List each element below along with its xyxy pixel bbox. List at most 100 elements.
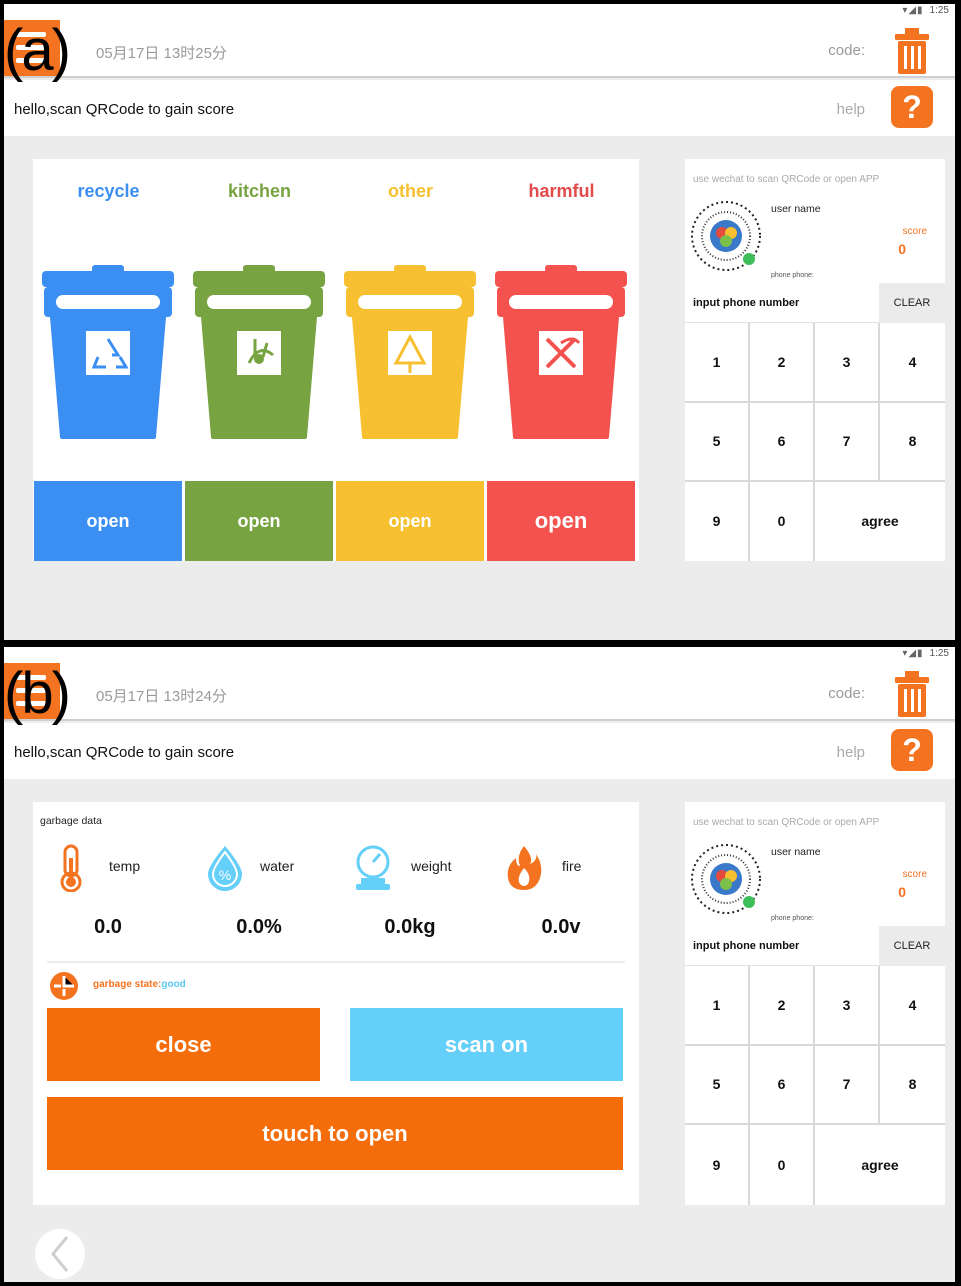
help-button[interactable]: ? (891, 86, 933, 128)
login-card: use wechat to scan QRCode or open APP us… (685, 802, 945, 1205)
top-bar: 05月17日 13时25分 code: (4, 20, 955, 78)
bin-kitchen: kitchen open (184, 159, 335, 561)
open-kitchen-button[interactable]: open (185, 481, 333, 561)
key-2[interactable]: 2 (750, 966, 815, 1046)
help-button[interactable]: ? (891, 729, 933, 771)
score-value: 0 (898, 884, 906, 900)
keypad: 1 2 3 4 5 6 7 8 9 0 agree (685, 323, 945, 561)
signal-battery-icons: ▾◢▮ (902, 648, 924, 659)
thermometer-icon (60, 844, 82, 892)
other-bin-icon (344, 265, 476, 439)
key-6[interactable]: 6 (750, 1046, 815, 1125)
state-label: garbage state: (93, 979, 162, 990)
login-card: use wechat to scan QRCode or open APP us… (685, 159, 945, 561)
close-button[interactable]: close (47, 1008, 320, 1081)
help-label: help (836, 744, 865, 761)
svg-text:%: % (219, 867, 231, 883)
phone-label: phone phone: (771, 272, 814, 279)
phone-input[interactable]: input phone number (685, 926, 879, 966)
recycle-bin-icon (42, 265, 174, 439)
key-4[interactable]: 4 (880, 323, 945, 403)
qr-code-icon[interactable] (689, 199, 763, 273)
key-9[interactable]: 9 (685, 1125, 750, 1205)
sensor-temp: temp 0.0 (33, 840, 183, 950)
key-1[interactable]: 1 (685, 323, 750, 403)
phone-input[interactable]: input phone number (685, 283, 879, 323)
key-3[interactable]: 3 (815, 966, 880, 1046)
sensor-name: temp (109, 858, 141, 874)
bin-title: harmful (528, 181, 595, 201)
harmful-bin-icon (495, 265, 627, 439)
code-label: code: (828, 685, 865, 702)
sensor-name: fire (562, 858, 582, 874)
state-gauge-icon (50, 972, 78, 1000)
key-6[interactable]: 6 (750, 403, 815, 482)
bin-title: kitchen (227, 181, 292, 201)
sensor-value: 0.0 (94, 916, 122, 938)
key-9[interactable]: 9 (685, 482, 750, 561)
score-value: 0 (898, 241, 906, 257)
status-time: 1:25 (929, 5, 949, 16)
back-button[interactable] (35, 1229, 85, 1279)
touch-to-open-button[interactable]: touch to open (47, 1097, 623, 1170)
key-5[interactable]: 5 (685, 1046, 750, 1125)
key-8[interactable]: 8 (880, 403, 945, 482)
user-name-label: user name (771, 846, 821, 858)
score-label: score (902, 869, 927, 880)
screen-panel-b: ▾◢▮ 1:25 05月17日 13时24分 code: (b) hello,sc… (4, 647, 955, 1282)
panel-label: (a) (4, 18, 71, 83)
greeting-bar: hello,scan QRCode to gain score help ? (4, 80, 955, 136)
sensor-weight: weight 0.0kg (335, 840, 485, 950)
sensor-water: % water 0.0% (184, 840, 334, 950)
fire-icon (507, 846, 542, 890)
key-1[interactable]: 1 (685, 966, 750, 1046)
agree-button[interactable]: agree (815, 482, 945, 561)
screen-panel-a: ▾◢▮ 1:25 05月17日 13时25分 code: (a) hello,sc… (4, 4, 955, 640)
key-2[interactable]: 2 (750, 323, 815, 403)
trash-icon[interactable] (895, 671, 929, 717)
key-7[interactable]: 7 (815, 403, 880, 482)
kitchen-bin-icon (193, 265, 325, 439)
greeting-text: hello,scan QRCode to gain score (14, 101, 235, 118)
bin-title: recycle (77, 181, 140, 201)
scan-hint: use wechat to scan QRCode or open APP (693, 174, 880, 185)
open-other-button[interactable]: open (336, 481, 484, 561)
greeting-text: hello,scan QRCode to gain score (14, 744, 235, 761)
scan-hint: use wechat to scan QRCode or open APP (693, 817, 880, 828)
clear-button[interactable]: CLEAR (879, 283, 945, 323)
score-label: score (902, 226, 927, 237)
open-recycle-button[interactable]: open (34, 481, 182, 561)
panel-label: (b) (4, 661, 71, 726)
clear-button[interactable]: CLEAR (879, 926, 945, 966)
qr-code-icon[interactable] (689, 842, 763, 916)
key-4[interactable]: 4 (880, 966, 945, 1046)
sensor-value: 0.0v (541, 916, 581, 938)
key-8[interactable]: 8 (880, 1046, 945, 1125)
trash-icon[interactable] (895, 28, 929, 74)
key-3[interactable]: 3 (815, 323, 880, 403)
top-bar: 05月17日 13时24分 code: (4, 663, 955, 721)
garbage-data-title: garbage data (40, 815, 102, 827)
bin-title: other (388, 181, 433, 201)
phone-label: phone phone: (771, 915, 814, 922)
sensor-name: weight (411, 858, 452, 874)
open-harmful-button[interactable]: open (487, 481, 635, 561)
greeting-bar: hello,scan QRCode to gain score help ? (4, 723, 955, 779)
code-label: code: (828, 42, 865, 59)
scan-on-button[interactable]: scan on (350, 1008, 623, 1081)
agree-button[interactable]: agree (815, 1125, 945, 1205)
sensor-name: water (260, 858, 295, 874)
state-value: good (161, 979, 186, 990)
key-0[interactable]: 0 (750, 482, 815, 561)
key-0[interactable]: 0 (750, 1125, 815, 1205)
key-5[interactable]: 5 (685, 403, 750, 482)
status-bar: ▾◢▮ 1:25 (4, 4, 955, 20)
sensor-value: 0.0% (236, 916, 282, 938)
bin-recycle: recycle open (33, 159, 184, 561)
signal-battery-icons: ▾◢▮ (902, 5, 924, 16)
bins-card: recycle open kitchen open other open har… (33, 159, 639, 561)
garbage-data-card: garbage data temp 0.0 % water 0.0% weigh… (33, 802, 639, 1205)
user-name-label: user name (771, 203, 821, 215)
garbage-state: garbage state:good (93, 979, 186, 990)
key-7[interactable]: 7 (815, 1046, 880, 1125)
